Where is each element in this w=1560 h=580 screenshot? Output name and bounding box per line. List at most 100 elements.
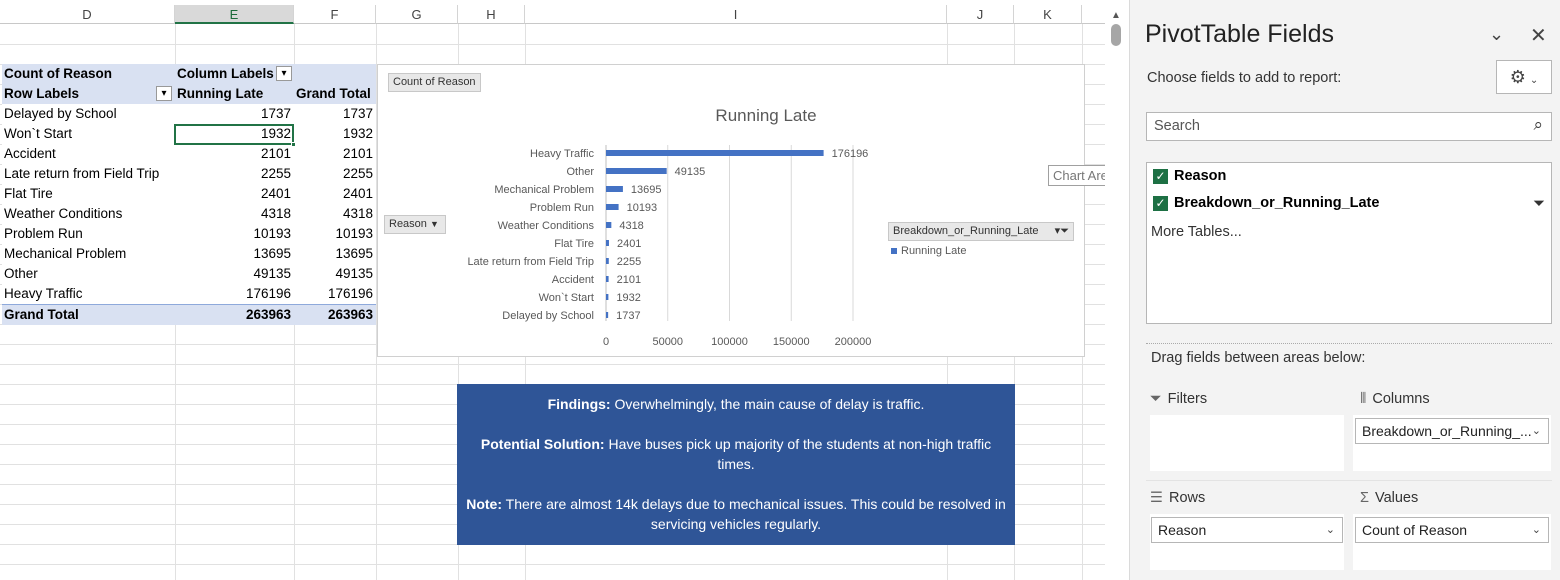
pivot-row-label[interactable]: Delayed by School bbox=[2, 104, 175, 124]
y-category-label: Accident bbox=[552, 274, 594, 286]
pivot-row-grand-total[interactable]: 2255 bbox=[294, 164, 376, 184]
column-header-g[interactable]: G bbox=[376, 5, 458, 24]
field-label-reason: Reason bbox=[1174, 168, 1227, 184]
columns-field-dropdown[interactable]: Breakdown_or_Running_... ⌄ bbox=[1355, 418, 1549, 444]
scroll-up-arrow-icon[interactable]: ▲ bbox=[1111, 10, 1121, 21]
close-icon[interactable]: ✕ bbox=[1530, 23, 1547, 48]
pivot-row-running-late[interactable]: 176196 bbox=[175, 284, 294, 304]
chart-title: Running Late bbox=[715, 106, 816, 125]
pivot-grand-total-running-late[interactable]: 263963 bbox=[175, 305, 294, 325]
pivot-row-label[interactable]: Late return from Field Trip bbox=[2, 164, 175, 184]
pivot-row-label[interactable]: Problem Run bbox=[2, 224, 175, 244]
pivot-row-running-late[interactable]: 49135 bbox=[175, 264, 294, 284]
pivot-grand-total-label[interactable]: Grand Total bbox=[2, 305, 175, 325]
field-item-reason[interactable]: ✓ Reason bbox=[1153, 168, 1226, 184]
pane-title: PivotTable Fields bbox=[1145, 20, 1334, 48]
pivot-row-labels[interactable]: Row Labels bbox=[2, 84, 175, 104]
row-gridline bbox=[0, 44, 1105, 45]
pivot-row-label[interactable]: Flat Tire bbox=[2, 184, 175, 204]
field-item-breakdown[interactable]: ✓ Breakdown_or_Running_Late bbox=[1153, 195, 1379, 211]
pivot-grand-total-value[interactable]: 263963 bbox=[294, 305, 376, 325]
pivot-row-running-late[interactable]: 10193 bbox=[175, 224, 294, 244]
y-category-label: Heavy Traffic bbox=[530, 148, 594, 160]
bar-data-label: 10193 bbox=[627, 202, 658, 214]
more-tables-link[interactable]: More Tables... bbox=[1151, 224, 1242, 240]
columns-area-label: ⦀ Columns bbox=[1360, 391, 1430, 407]
bar-data-label: 2255 bbox=[617, 256, 641, 268]
rows-field-value: Reason bbox=[1158, 522, 1207, 538]
pivot-row-running-late[interactable]: 2255 bbox=[175, 164, 294, 184]
bar bbox=[606, 186, 623, 192]
y-category-label: Problem Run bbox=[530, 202, 594, 214]
pivot-row-label[interactable]: Weather Conditions bbox=[2, 204, 175, 224]
pivot-row-running-late[interactable]: 13695 bbox=[175, 244, 294, 264]
pivot-row-label[interactable]: Accident bbox=[2, 144, 175, 164]
column-header-f[interactable]: F bbox=[294, 5, 376, 24]
pivot-row-grand-total[interactable]: 176196 bbox=[294, 284, 376, 304]
checkbox-checked-icon[interactable]: ✓ bbox=[1153, 168, 1168, 184]
pivot-count-label[interactable]: Count of Reason bbox=[2, 64, 175, 84]
bar bbox=[606, 240, 609, 246]
column-filter-icon[interactable]: ▾ bbox=[276, 66, 292, 81]
pivot-row-running-late[interactable]: 1737 bbox=[175, 104, 294, 124]
checkbox-checked-icon[interactable]: ✓ bbox=[1153, 195, 1168, 211]
bar-data-label: 4318 bbox=[619, 220, 643, 232]
column-header-i[interactable]: I bbox=[525, 5, 947, 24]
search-input[interactable]: Search ⌕ bbox=[1146, 112, 1552, 141]
row-sort-filter-icon[interactable]: ▾ bbox=[156, 86, 172, 101]
column-header-j[interactable]: J bbox=[947, 5, 1014, 24]
pivot-chart[interactable]: Count of Reason Reason ▼ Breakdown_or_Ru… bbox=[377, 64, 1085, 357]
values-area-label: Σ Values bbox=[1360, 490, 1418, 506]
x-tick-label: 100000 bbox=[711, 336, 748, 348]
filter-funnel-icon: ⏷ bbox=[1150, 391, 1162, 407]
pivot-row-grand-total[interactable]: 13695 bbox=[294, 244, 376, 264]
pivot-row-running-late[interactable]: 2101 bbox=[175, 144, 294, 164]
spreadsheet-grid[interactable]: D E F G H I J K Count of Reason Column L… bbox=[0, 0, 1105, 580]
pivot-row-grand-total[interactable]: 4318 bbox=[294, 204, 376, 224]
legend-label: Running Late bbox=[901, 245, 967, 257]
x-tick-label: 0 bbox=[603, 336, 609, 348]
column-header-e[interactable]: E bbox=[175, 5, 294, 24]
drag-fields-label: Drag fields between areas below: bbox=[1151, 350, 1366, 366]
selected-cell[interactable] bbox=[174, 124, 294, 145]
pivot-row-running-late[interactable]: 4318 bbox=[175, 204, 294, 224]
note-text: There are almost 14k delays due to mecha… bbox=[502, 496, 1006, 532]
rows-field-dropdown[interactable]: Reason ⌄ bbox=[1151, 517, 1343, 543]
chevron-down-icon: ⌄ bbox=[1531, 425, 1541, 437]
chart-plot: Running Late 0 50000 100000 150000 200000 Heav… bbox=[467, 106, 871, 348]
x-tick-label: 150000 bbox=[773, 336, 810, 348]
pivot-running-late-header[interactable]: Running Late bbox=[175, 84, 294, 104]
chart-area-tooltip: Chart Area bbox=[1048, 165, 1105, 186]
filters-drop-area[interactable] bbox=[1150, 415, 1344, 471]
columns-label-text: Columns bbox=[1372, 391, 1430, 407]
solution-label: Potential Solution: bbox=[480, 436, 605, 452]
pivot-grand-total-header[interactable]: Grand Total bbox=[294, 84, 376, 104]
search-icon: ⌕ bbox=[1533, 115, 1543, 134]
pivot-row-grand-total[interactable]: 1737 bbox=[294, 104, 376, 124]
values-field-dropdown[interactable]: Count of Reason ⌄ bbox=[1355, 517, 1549, 543]
pivot-row-grand-total[interactable]: 10193 bbox=[294, 224, 376, 244]
bar bbox=[606, 204, 619, 210]
choose-fields-label: Choose fields to add to report: bbox=[1147, 70, 1342, 86]
bar bbox=[606, 312, 609, 318]
pivot-row-running-late[interactable]: 2401 bbox=[175, 184, 294, 204]
fill-handle[interactable] bbox=[291, 142, 296, 147]
pivot-row-label[interactable]: Heavy Traffic bbox=[2, 284, 175, 304]
chevron-down-icon[interactable]: ⌄ bbox=[1489, 24, 1504, 45]
column-header-h[interactable]: H bbox=[458, 5, 525, 24]
column-header-k[interactable]: K bbox=[1014, 5, 1082, 24]
pivot-row-label[interactable]: Mechanical Problem bbox=[2, 244, 175, 264]
findings-textbox[interactable]: Findings: Overwhelmingly, the main cause… bbox=[457, 384, 1015, 545]
pivot-row-grand-total[interactable]: 2401 bbox=[294, 184, 376, 204]
column-header-d[interactable]: D bbox=[0, 5, 175, 24]
pivot-row-grand-total[interactable]: 2101 bbox=[294, 144, 376, 164]
settings-gear-button[interactable]: ⚙ ⌄ bbox=[1496, 60, 1552, 94]
pivot-row-label[interactable]: Other bbox=[2, 264, 175, 284]
filter-funnel-icon[interactable]: ⏷ bbox=[1533, 195, 1545, 212]
gear-icon: ⚙ bbox=[1509, 67, 1526, 87]
bar-data-label: 49135 bbox=[675, 166, 706, 178]
pivot-row-grand-total[interactable]: 1932 bbox=[294, 124, 376, 144]
scrollbar-thumb[interactable] bbox=[1111, 24, 1121, 46]
pivot-row-grand-total[interactable]: 49135 bbox=[294, 264, 376, 284]
pivot-row-label[interactable]: Won`t Start bbox=[2, 124, 175, 144]
